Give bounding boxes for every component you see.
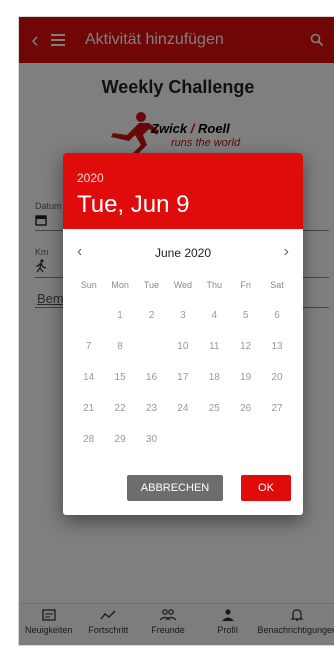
calendar-day[interactable]: 3 bbox=[167, 310, 198, 321]
chevron-left-icon[interactable]: ‹ bbox=[77, 243, 82, 261]
calendar-day[interactable]: 21 bbox=[73, 403, 104, 414]
calendar-week-row: 14 15 16 17 18 19 20 bbox=[73, 362, 293, 393]
day-number: 28 bbox=[83, 434, 95, 445]
calendar-day[interactable]: 10 bbox=[167, 341, 198, 352]
ok-button[interactable]: OK bbox=[241, 475, 291, 501]
cancel-button[interactable]: ABBRECHEN bbox=[127, 475, 223, 501]
day-number: 30 bbox=[145, 434, 158, 445]
day-number: 4 bbox=[211, 310, 218, 321]
calendar-day[interactable]: 28 bbox=[73, 434, 104, 445]
calendar-day[interactable]: 13 bbox=[261, 341, 292, 352]
day-number: 23 bbox=[145, 403, 158, 414]
calendar-day[interactable]: 14 bbox=[73, 372, 104, 383]
calendar-day[interactable]: 16 bbox=[136, 372, 167, 383]
day-number: 22 bbox=[114, 403, 126, 414]
calendar-day[interactable]: 18 bbox=[199, 372, 230, 383]
day-number: 8 bbox=[117, 341, 123, 352]
day-number: 9 bbox=[148, 341, 155, 352]
day-number: 2 bbox=[148, 310, 155, 321]
day-number: 5 bbox=[242, 310, 249, 321]
calendar-day[interactable]: 7 bbox=[73, 341, 104, 352]
calendar-day[interactable]: 22 bbox=[104, 403, 135, 414]
day-number: 12 bbox=[240, 341, 252, 352]
calendar-day[interactable]: 6 bbox=[261, 310, 292, 321]
day-number: 25 bbox=[208, 403, 220, 414]
calendar-grid: Sun Mon Tue Wed Thu Fri Sat 1 2 3 4 5 6 7 8 9 10 11 12 13 14… bbox=[73, 269, 293, 455]
day-number: 18 bbox=[208, 372, 220, 383]
calendar-day[interactable]: 19 bbox=[230, 372, 261, 383]
date-picker-header: 2020 Tue, Jun 9 bbox=[63, 153, 303, 229]
day-number: 7 bbox=[85, 341, 92, 352]
calendar-day[interactable]: 20 bbox=[261, 372, 292, 383]
calendar-day[interactable]: 23 bbox=[136, 403, 167, 414]
calendar-day[interactable]: 27 bbox=[261, 403, 292, 414]
day-number: 24 bbox=[177, 403, 189, 414]
calendar-week-row: 28 29 30 bbox=[73, 424, 293, 455]
day-number: 10 bbox=[177, 341, 189, 352]
weekday-header-row: Sun Mon Tue Wed Thu Fri Sat bbox=[73, 269, 293, 300]
weekday-label: Fri bbox=[240, 279, 251, 290]
calendar-day[interactable]: 24 bbox=[167, 403, 198, 414]
day-number: 6 bbox=[274, 310, 280, 321]
day-number: 15 bbox=[114, 372, 126, 383]
selected-date: Tue, Jun 9 bbox=[77, 191, 190, 218]
calendar-day-selected[interactable]: 9 bbox=[136, 333, 167, 360]
weekday-label: Tue bbox=[143, 279, 160, 290]
calendar-day[interactable]: 8 bbox=[104, 341, 135, 352]
chevron-right-icon[interactable]: › bbox=[284, 243, 289, 261]
weekday-label: Sun bbox=[80, 279, 97, 290]
month-label: June 2020 bbox=[154, 246, 212, 260]
day-number: 13 bbox=[271, 341, 283, 352]
calendar-day[interactable]: 29 bbox=[104, 434, 135, 445]
calendar-week-row: 1 2 3 4 5 6 bbox=[73, 300, 293, 331]
calendar-day[interactable]: 15 bbox=[104, 372, 135, 383]
day-number: 1 bbox=[117, 310, 123, 321]
day-number: 27 bbox=[271, 403, 283, 414]
day-number: 3 bbox=[180, 310, 186, 321]
month-navigation: ‹ June 2020 › bbox=[63, 235, 303, 271]
calendar-day[interactable]: 5 bbox=[230, 310, 261, 321]
calendar-day[interactable]: 26 bbox=[230, 403, 261, 414]
day-number: 14 bbox=[83, 372, 95, 383]
day-number: 20 bbox=[271, 372, 283, 383]
weekday-label: Sat bbox=[270, 279, 284, 290]
day-number: 11 bbox=[209, 341, 220, 352]
weekday-label: Wed bbox=[173, 279, 193, 290]
calendar-day[interactable]: 25 bbox=[199, 403, 230, 414]
calendar-day[interactable]: 30 bbox=[136, 434, 167, 445]
calendar-day[interactable]: 1 bbox=[104, 310, 135, 321]
day-number: 16 bbox=[145, 372, 158, 383]
weekday-label: Thu bbox=[206, 279, 223, 290]
year-selector[interactable]: 2020 bbox=[77, 171, 303, 185]
calendar-day[interactable]: 12 bbox=[230, 341, 261, 352]
day-number: 17 bbox=[177, 372, 189, 383]
calendar-week-row: 21 22 23 24 25 26 27 bbox=[73, 393, 293, 424]
calendar-week-row: 7 8 9 10 11 12 13 bbox=[73, 331, 293, 362]
calendar-day[interactable]: 2 bbox=[136, 310, 167, 321]
day-number: 19 bbox=[240, 372, 252, 383]
app-window: ‹ Aktivität hinzufügen Weekly Challenge … bbox=[18, 16, 334, 646]
day-number: 21 bbox=[83, 403, 95, 414]
calendar-day[interactable]: 4 bbox=[199, 310, 230, 321]
day-number: 26 bbox=[240, 403, 252, 414]
weekday-label: Mon bbox=[111, 279, 129, 290]
date-picker-dialog: 2020 Tue, Jun 9 ‹ June 2020 › Sun Mon Tue W… bbox=[63, 153, 303, 515]
day-number: 29 bbox=[114, 434, 126, 445]
calendar-day[interactable]: 11 bbox=[199, 341, 230, 352]
calendar-day[interactable]: 17 bbox=[167, 372, 198, 383]
